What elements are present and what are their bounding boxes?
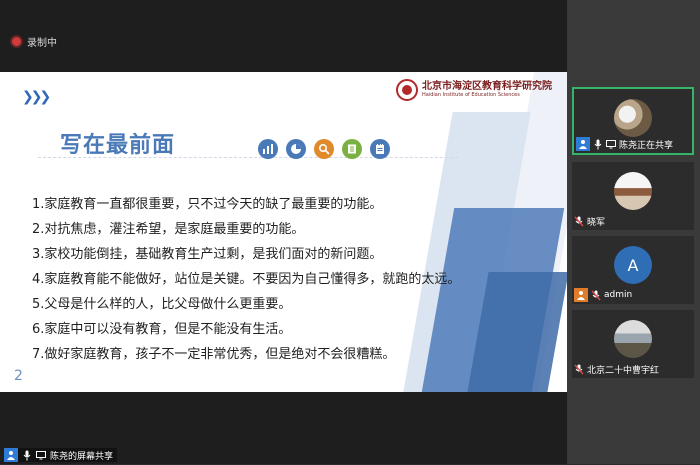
seal-icon: [396, 79, 418, 101]
participant-video-thumbnail: [614, 320, 652, 358]
microphone-icon[interactable]: [593, 135, 603, 154]
microphone-muted-icon[interactable]: [591, 286, 601, 305]
title-divider: [38, 157, 458, 158]
participant-name: 陈尧正在共享: [619, 140, 674, 151]
screen-share-icon: [36, 446, 46, 465]
microphone-icon[interactable]: [22, 446, 32, 465]
slide-page-number: 2: [14, 368, 23, 384]
logo-english-name: Haidian Institute of Education Sciences: [422, 92, 520, 98]
list-item: 4.家庭教育能不能做好，站位是关键。不要因为自己懂得多，就跑的太远。: [32, 272, 461, 287]
institute-logo: 北京市海淀区教育科学研究院 Haidian Institute of Educa…: [396, 79, 552, 101]
pie-chart-icon: [286, 139, 306, 159]
list-item: 1.家庭教育一直都很重要，只不过今天的缺了最重要的功能。: [32, 197, 383, 212]
screen-share-icon: [606, 135, 616, 154]
shared-slide: ❯❯❯ 北京市海淀区教育科学研究院 Haidian Institute of E…: [0, 72, 567, 392]
recording-dot-icon: [12, 37, 21, 46]
notepad-icon: [370, 139, 390, 159]
participant-video-thumbnail: [614, 172, 652, 210]
book-icon: [342, 139, 362, 159]
slide-points-list: 1.家庭教育一直都很重要，只不过今天的缺了最重要的功能。 2.对抗焦虑，灌注希望…: [32, 194, 460, 369]
host-user-icon: [4, 448, 18, 462]
participant-tile[interactable]: 陈尧正在共享: [572, 87, 694, 155]
participant-name: admin: [604, 290, 633, 300]
user-icon: [574, 288, 588, 302]
list-item: 7.做好家庭教育，孩子不一定非常优秀，但是绝对不会很糟糕。: [32, 347, 396, 362]
slide-title: 写在最前面: [60, 133, 176, 158]
participant-video-thumbnail: [614, 99, 652, 137]
participant-sidebar[interactable]: 陈尧正在共享 晓军 A admin 北京二十中曹宇红: [567, 0, 700, 464]
list-item: 2.对抗焦虑，灌注希望，是家庭最重要的功能。: [32, 222, 305, 237]
triple-arrow-icon: ❯❯❯: [22, 89, 51, 105]
slide-icon-row: [258, 139, 390, 159]
magnifier-icon: [314, 139, 334, 159]
recording-label: 录制中: [27, 38, 57, 49]
participant-name: 晓军: [587, 217, 606, 228]
logo-chinese-name: 北京市海淀区教育科学研究院: [422, 81, 552, 92]
participant-tile[interactable]: 北京二十中曹宇红: [572, 310, 694, 378]
screen-share-label: 陈尧的屏幕共享: [50, 451, 114, 462]
bar-chart-icon: [258, 139, 278, 159]
participant-tile[interactable]: A admin: [572, 236, 694, 304]
participant-name: 北京二十中曹宇红: [587, 365, 660, 376]
microphone-muted-icon[interactable]: [574, 212, 584, 231]
screen-share-status: 陈尧的屏幕共享: [4, 446, 118, 465]
microphone-muted-icon[interactable]: [574, 360, 584, 379]
recording-indicator: 录制中: [12, 34, 57, 49]
participant-tile[interactable]: 晓军: [572, 162, 694, 230]
list-item: 6.家庭中可以没有教育，但是不能没有生活。: [32, 322, 292, 337]
list-item: 3.家校功能倒挂，基础教育生产过剩，是我们面对的新问题。: [32, 247, 383, 262]
participant-avatar: A: [614, 246, 652, 284]
top-bar: 录制中: [0, 0, 567, 72]
host-user-icon: [576, 137, 590, 151]
list-item: 5.父母是什么样的人，比父母做什么更重要。: [32, 297, 292, 312]
